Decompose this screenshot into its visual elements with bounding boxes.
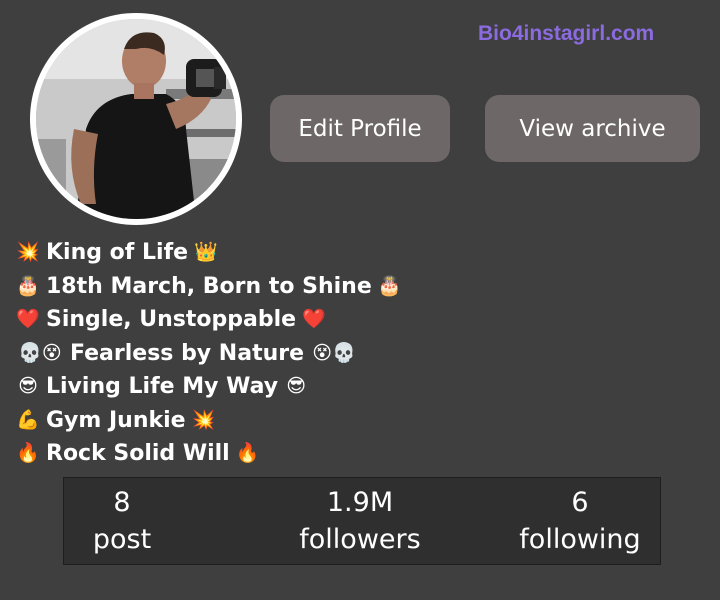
birthday-cake-emoji-icon: 🎂 [16, 274, 40, 297]
posts-label: post [92, 524, 152, 555]
bio-section: 💥 King of Life 👑 🎂 18th March, Born to S… [16, 236, 402, 471]
collision-emoji-icon: 💥 [16, 241, 40, 263]
bio-line-text: Single, Unstoppable [46, 307, 297, 332]
crown-emoji-icon: 👑 [194, 241, 218, 263]
dizzy-skull-emoji-icon: 😵💀 [312, 341, 356, 364]
bio-line: 🔥 Rock Solid Will 🔥 [16, 437, 402, 471]
bio-line-text: Gym Junkie [46, 407, 186, 433]
bio-line: 😎 Living Life My Way 😎 [16, 370, 402, 404]
following-stat[interactable]: 6 following [500, 484, 660, 558]
bio-line: 💪 Gym Junkie 💥 [16, 404, 402, 438]
bio-line: 💥 King of Life 👑 [16, 236, 402, 270]
fire-emoji-icon: 🔥 [16, 442, 40, 464]
avatar[interactable] [36, 19, 236, 219]
bio-line-text: Living Life My Way [46, 374, 279, 399]
following-count: 6 [571, 487, 589, 518]
bio-line-text: King of Life [46, 240, 189, 265]
bio-line-text: Fearless by Nature [70, 340, 305, 366]
bio-line-text: Rock Solid Will [46, 441, 230, 466]
collision-emoji-icon: 💥 [191, 408, 216, 431]
followers-stat[interactable]: 1.9M followers [276, 484, 444, 558]
posts-count: 8 [113, 487, 131, 518]
followers-label: followers [299, 524, 421, 555]
posts-stat[interactable]: 8 post [72, 484, 172, 558]
bio-line: 💀😵 Fearless by Nature 😵💀 [16, 337, 402, 371]
view-archive-button[interactable]: View archive [485, 95, 700, 162]
red-heart-emoji-icon: ❤️ [16, 308, 40, 330]
bio-line: 🎂 18th March, Born to Shine 🎂 [16, 270, 402, 304]
fire-emoji-icon: 🔥 [235, 442, 260, 464]
edit-profile-button[interactable]: Edit Profile [270, 95, 450, 162]
sunglasses-emoji-icon: 😎 [286, 375, 307, 397]
following-label: following [519, 524, 641, 555]
bio-line-text: 18th March, Born to Shine [46, 273, 372, 299]
followers-count: 1.9M [326, 487, 394, 518]
bio-line: ❤️ Single, Unstoppable ❤️ [16, 303, 402, 337]
birthday-cake-emoji-icon: 🎂 [377, 274, 402, 297]
stats-box: 8 post 1.9M followers 6 following [63, 477, 661, 565]
skull-dizzy-emoji-icon: 💀😵 [18, 341, 62, 364]
profile-photo-gym-man-icon [36, 19, 236, 219]
red-heart-emoji-icon: ❤️ [302, 308, 326, 330]
flexed-biceps-emoji-icon: 💪 [16, 408, 40, 431]
watermark-text: Bio4instagirl.com [478, 22, 655, 45]
sunglasses-emoji-icon: 😎 [18, 375, 38, 397]
